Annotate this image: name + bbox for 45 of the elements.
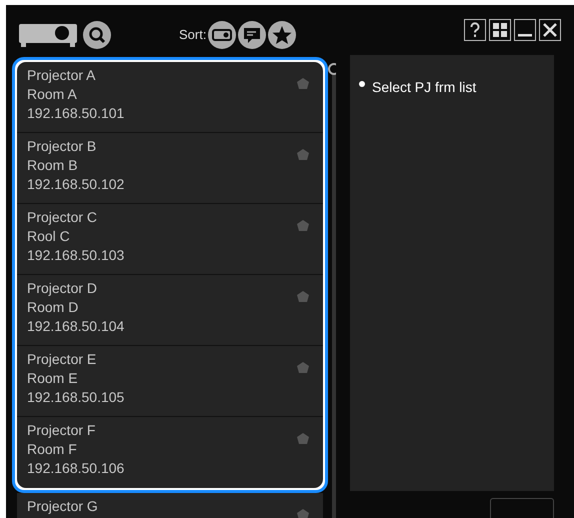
help-icon[interactable] (464, 19, 486, 41)
ip-address: 192.168.50.103 (27, 246, 124, 265)
status-icon (297, 291, 310, 302)
projector-item[interactable]: Projector C Rool C 192.168.50.103 (17, 204, 324, 275)
search-icon[interactable] (83, 21, 111, 49)
projector-item[interactable]: Projector G (17, 493, 324, 518)
room-name: Room D (27, 298, 78, 317)
close-icon[interactable] (539, 19, 561, 41)
sort-label: Sort: (179, 26, 206, 44)
room-name: Room F (27, 440, 77, 459)
status-icon (297, 78, 310, 89)
projector-name: Projector E (27, 350, 96, 369)
status-icon (297, 362, 310, 373)
status-icon (297, 220, 310, 231)
room-name: Room A (27, 85, 77, 104)
ip-address: 192.168.50.102 (27, 175, 124, 194)
ip-address: 192.168.50.104 (27, 317, 124, 336)
status-icon (297, 433, 310, 444)
room-name: Room B (27, 156, 78, 175)
projector-item[interactable]: Projector A Room A 192.168.50.101 (17, 62, 324, 133)
ip-address: 192.168.50.101 (27, 104, 124, 123)
room-name: Rool C (27, 227, 70, 246)
projector-item[interactable]: Projector E Room E 192.168.50.105 (17, 346, 324, 417)
room-name: Room E (27, 369, 78, 388)
projector-item[interactable]: Projector D Room D 192.168.50.104 (17, 275, 324, 346)
projector-name: Projector C (27, 208, 98, 227)
projector-icon[interactable] (19, 23, 77, 47)
ip-address: 192.168.50.106 (27, 459, 124, 478)
projector-sort-icon[interactable] (208, 21, 236, 49)
status-icon (297, 509, 310, 518)
projector-name: Projector B (27, 137, 96, 156)
projector-name: Projector A (27, 66, 96, 85)
star-sort-icon[interactable] (268, 21, 296, 49)
status-icon (297, 149, 310, 160)
ip-address: 192.168.50.105 (27, 388, 124, 407)
grid-icon[interactable] (489, 19, 511, 41)
minimize-icon[interactable] (514, 19, 536, 41)
projector-name: Projector F (27, 421, 96, 440)
detail-message: Select PJ frm list (372, 78, 476, 97)
projector-item[interactable]: Projector F Room F 192.168.50.106 (17, 417, 324, 488)
comment-sort-icon[interactable] (238, 21, 266, 49)
bullet-icon (359, 81, 365, 87)
projector-item[interactable]: Projector B Room B 192.168.50.102 (17, 133, 324, 204)
projector-name: Projector D (27, 279, 98, 298)
projector-name: Projector G (27, 497, 98, 516)
